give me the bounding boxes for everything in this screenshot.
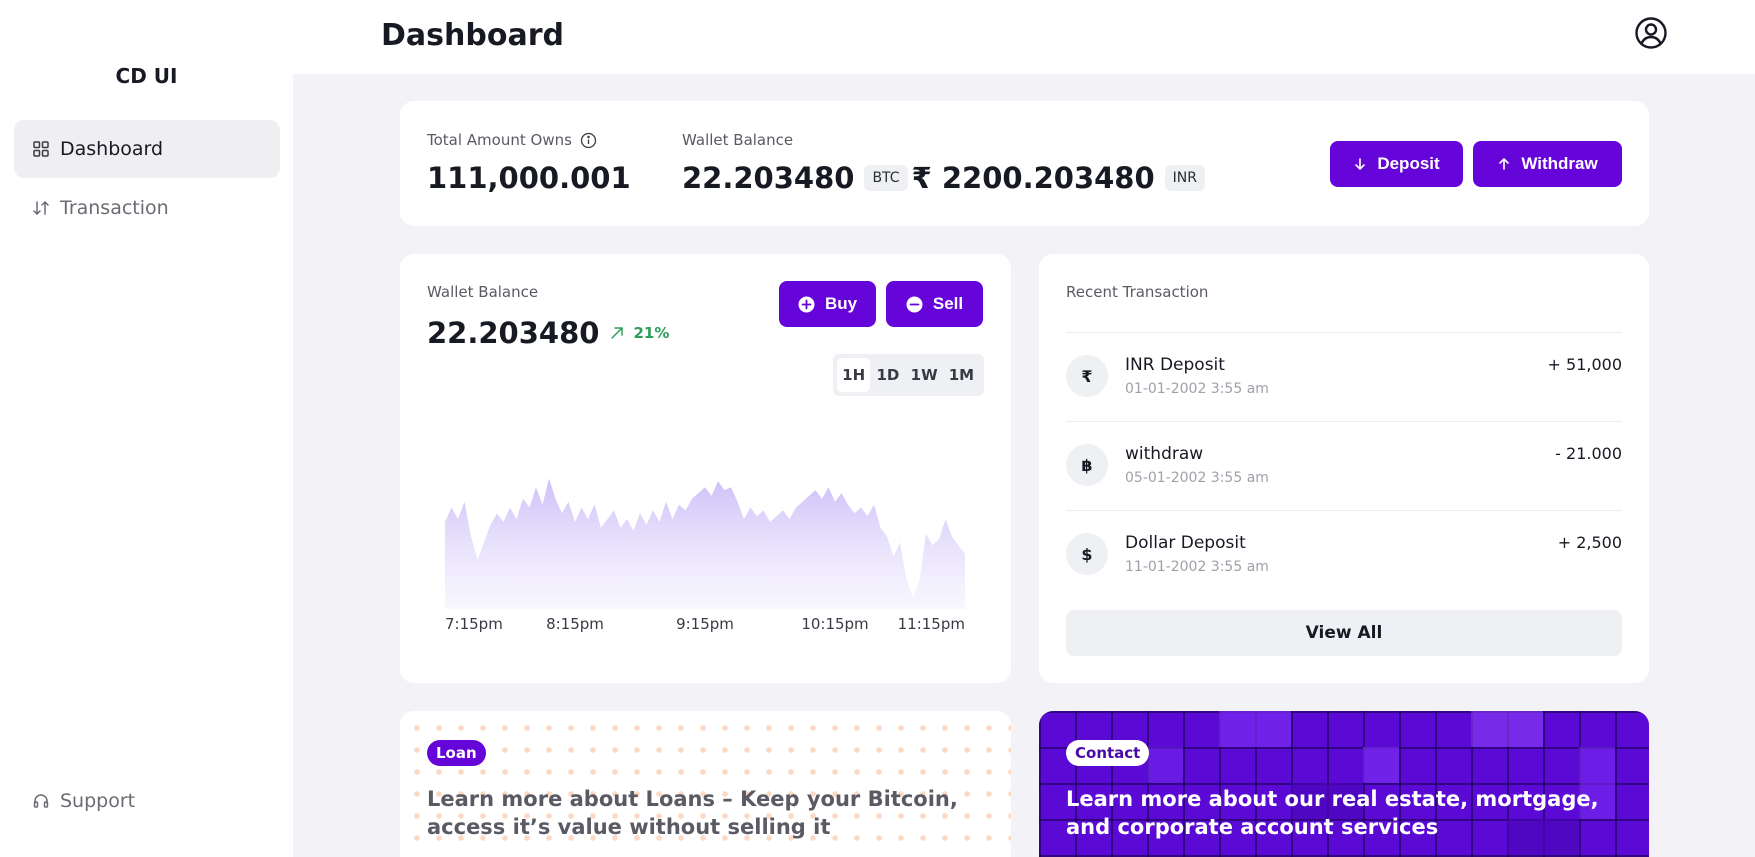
page-title: Dashboard [381, 18, 564, 53]
arrow-down-icon [1353, 157, 1367, 171]
x-tick-label: 11:15pm [898, 615, 965, 633]
info-icon[interactable] [580, 132, 597, 149]
loan-promo-text: Learn more about Loans – Keep your Bitco… [427, 787, 958, 839]
area-series [445, 478, 965, 609]
wallet-area-chart: 7:15pm 8:15pm 9:15pm 10:15pm 11:15pm [445, 478, 965, 633]
contact-promo-text: Learn more about our real estate, mortga… [1066, 787, 1599, 839]
sidebar-item-dashboard[interactable]: Dashboard [14, 120, 280, 178]
transaction-amount: - 21.000 [1555, 444, 1622, 463]
sidebar-item-label: Dashboard [60, 138, 164, 160]
x-tick-label: 9:15pm [676, 615, 734, 633]
transaction-row[interactable]: ฿ withdraw 05-01-2002 3:55 am - 21.000 [1066, 421, 1622, 510]
contact-promo-card[interactable]: Contact Learn more about our real estate… [1039, 711, 1649, 857]
headset-icon [32, 792, 50, 810]
btc-balance-value: 22.203480 [682, 161, 855, 195]
btc-tag: BTC [864, 165, 908, 191]
top-header: Dashboard [293, 0, 1755, 74]
wallet-chart-card: Wallet Balance 22.203480 21% Buy Sell 1H… [400, 254, 1011, 683]
deposit-button[interactable]: Deposit [1330, 141, 1463, 187]
recent-title: Recent Transaction [1066, 283, 1209, 301]
loan-promo-card[interactable]: Loan Learn more about Loans – Keep your … [400, 711, 1011, 857]
transaction-title: INR Deposit [1125, 355, 1225, 375]
total-amount-label: Total Amount Owns [427, 131, 572, 149]
x-tick-label: 7:15pm [445, 615, 503, 633]
transaction-row[interactable]: ₹ INR Deposit 01-01-2002 3:55 am + 51,00… [1066, 332, 1622, 421]
arrow-up-icon [1497, 157, 1511, 171]
brand-logo: CD UI [115, 64, 178, 88]
recent-transactions-card: Recent Transaction ₹ INR Deposit 01-01-2… [1039, 254, 1649, 683]
arrows-up-down-icon [32, 199, 50, 217]
grid-icon [32, 140, 50, 158]
support-label: Support [60, 790, 136, 812]
dollar-icon: $ [1066, 533, 1108, 575]
inr-tag: INR [1164, 165, 1205, 191]
transaction-title: withdraw [1125, 444, 1204, 464]
transaction-date: 01-01-2002 3:55 am [1125, 381, 1269, 397]
transaction-amount: + 51,000 [1547, 355, 1622, 374]
sidebar-item-transaction[interactable]: Transaction [14, 179, 280, 237]
wallet-balance-label: Wallet Balance [682, 131, 794, 149]
withdraw-button[interactable]: Withdraw [1473, 141, 1622, 187]
view-all-button[interactable]: View All [1066, 610, 1622, 656]
transaction-date: 05-01-2002 3:55 am [1125, 470, 1269, 486]
sidebar-item-support[interactable]: Support [14, 772, 280, 830]
user-circle-icon[interactable] [1634, 16, 1668, 50]
sidebar-item-label: Transaction [60, 197, 169, 219]
bitcoin-icon: ฿ [1066, 444, 1108, 486]
transaction-title: Dollar Deposit [1125, 533, 1246, 553]
total-amount-value: 111,000.001 [427, 161, 631, 195]
inr-balance-value: ₹ 2200.203480 [911, 161, 1155, 195]
x-tick-label: 8:15pm [546, 615, 604, 633]
contact-tag: Contact [1066, 740, 1150, 766]
transaction-date: 11-01-2002 3:55 am [1125, 559, 1269, 575]
loan-tag: Loan [427, 740, 486, 766]
sidebar: CD UI Dashboard Transaction Support [0, 0, 293, 857]
balance-summary-card: Total Amount Owns 111,000.001 Wallet Bal… [400, 101, 1649, 226]
transaction-row[interactable]: $ Dollar Deposit 11-01-2002 3:55 am + 2,… [1066, 510, 1622, 599]
rupee-icon: ₹ [1066, 355, 1108, 397]
x-tick-label: 10:15pm [801, 615, 868, 633]
transaction-amount: + 2,500 [1557, 533, 1622, 552]
